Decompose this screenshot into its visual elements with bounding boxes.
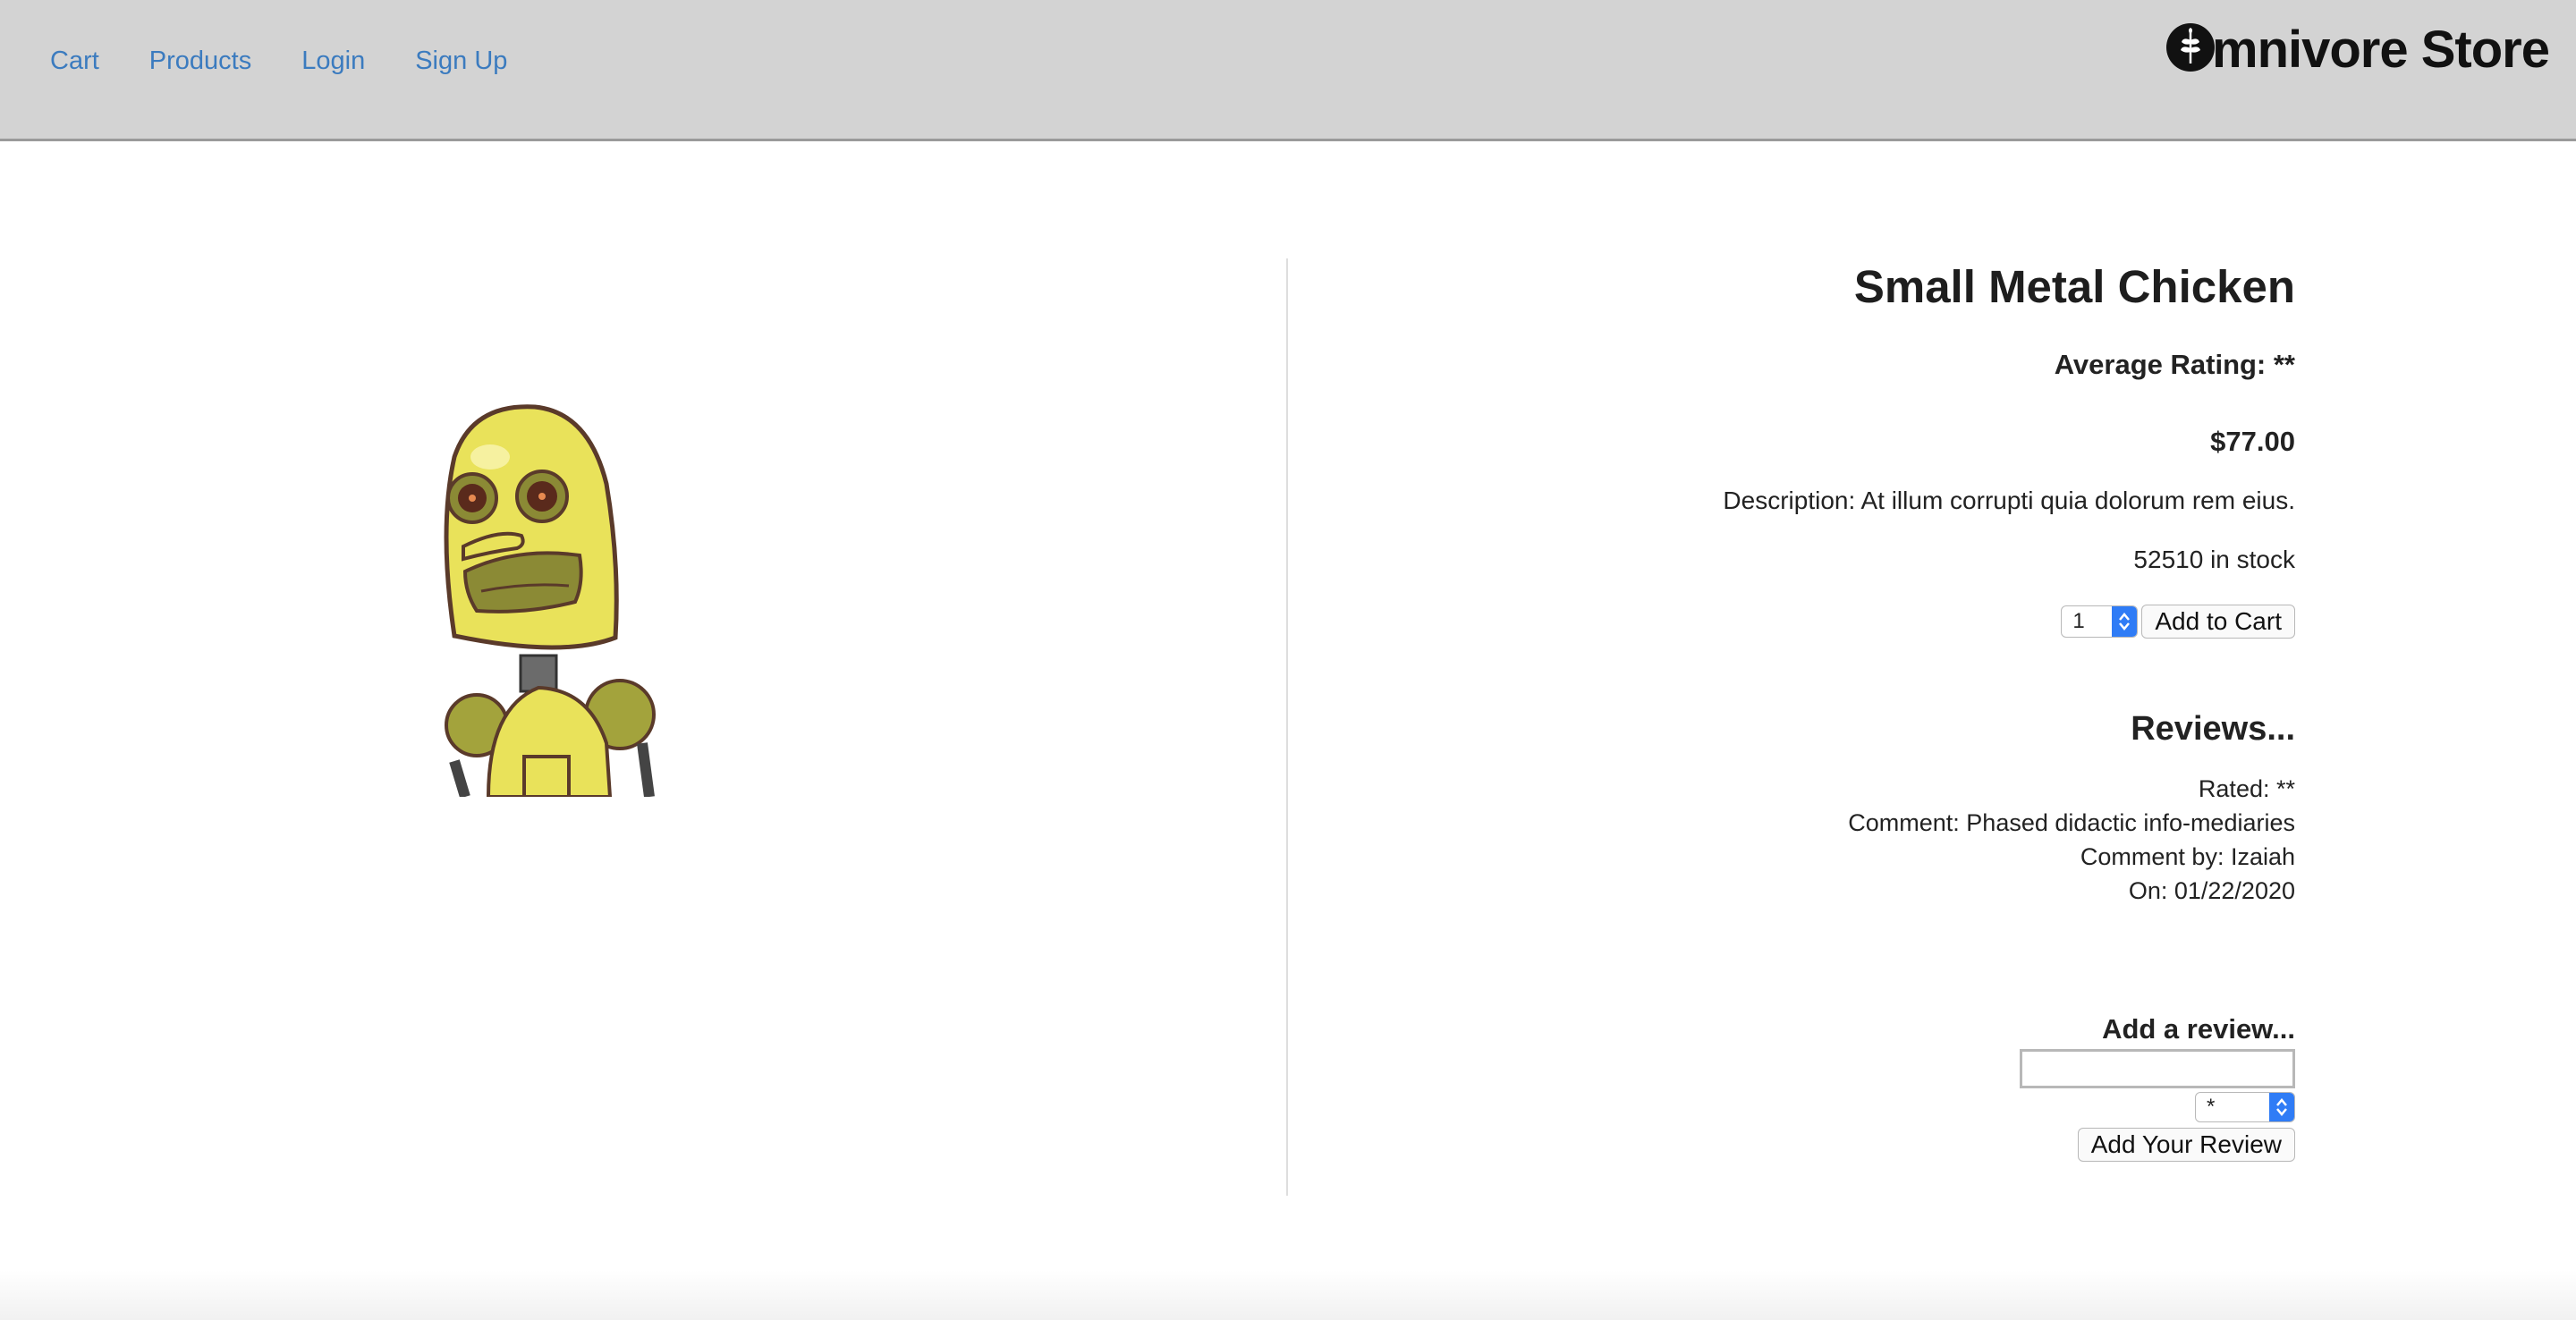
average-rating: Average Rating: ** (2054, 349, 2295, 380)
robot-mascot-image (444, 404, 656, 797)
add-review-heading: Add a review... (2102, 1013, 2295, 1045)
review-rating-select[interactable]: * (2195, 1092, 2295, 1122)
review-item: Rated: ** Comment: Phased didactic info-… (1401, 772, 2295, 908)
stock-count: 52510 in stock (2133, 546, 2295, 573)
nav-link-products[interactable]: Products (149, 43, 251, 79)
nav-link-cart[interactable]: Cart (50, 43, 99, 79)
product-details: Small Metal Chicken Average Rating: ** $… (1401, 258, 2295, 1162)
nav-links: Cart Products Login Sign Up (50, 43, 557, 79)
review-submit-row: Add Your Review (1401, 1128, 2295, 1162)
review-author: Comment by: Izaiah (2080, 843, 2295, 870)
product-page: Small Metal Chicken Average Rating: ** $… (0, 144, 2576, 1217)
product-title: Small Metal Chicken (1853, 261, 2295, 312)
top-navbar: Cart Products Login Sign Up mnivore Stor… (0, 0, 2576, 141)
select-arrows-icon (2269, 1093, 2294, 1121)
nav-link-signup[interactable]: Sign Up (415, 43, 507, 79)
footer-shadow (0, 1270, 2576, 1320)
leaf-logo-icon (2166, 22, 2215, 72)
review-date: On: 01/22/2020 (2128, 877, 2295, 904)
column-divider (1286, 258, 1288, 1196)
product-description: Description: At illum corrupti quia dolo… (1723, 487, 2295, 514)
brand-logo-link[interactable]: mnivore Store (2165, 20, 2550, 80)
quantity-select[interactable]: 1 (2061, 605, 2139, 638)
review-comment: Comment: Phased didactic info-mediaries (1848, 809, 2295, 836)
review-rating-select-value: * (2207, 1095, 2216, 1119)
review-rating-row: * (1401, 1092, 2295, 1122)
select-arrows-icon (2112, 606, 2138, 637)
review-form (1401, 1045, 2295, 1088)
add-to-cart-row: 1 Add to Cart (1401, 605, 2295, 639)
review-rating: Rated: ** (2198, 775, 2295, 802)
brand-name: mnivore Store (2212, 21, 2550, 79)
nav-link-login[interactable]: Login (301, 43, 365, 79)
add-to-cart-button[interactable]: Add to Cart (2141, 605, 2295, 639)
add-review-button[interactable]: Add Your Review (2077, 1128, 2295, 1162)
review-comment-input[interactable] (2020, 1049, 2295, 1088)
quantity-select-value: 1 (2072, 609, 2085, 633)
product-price: $77.00 (2210, 426, 2295, 457)
reviews-heading: Reviews... (2131, 710, 2295, 748)
